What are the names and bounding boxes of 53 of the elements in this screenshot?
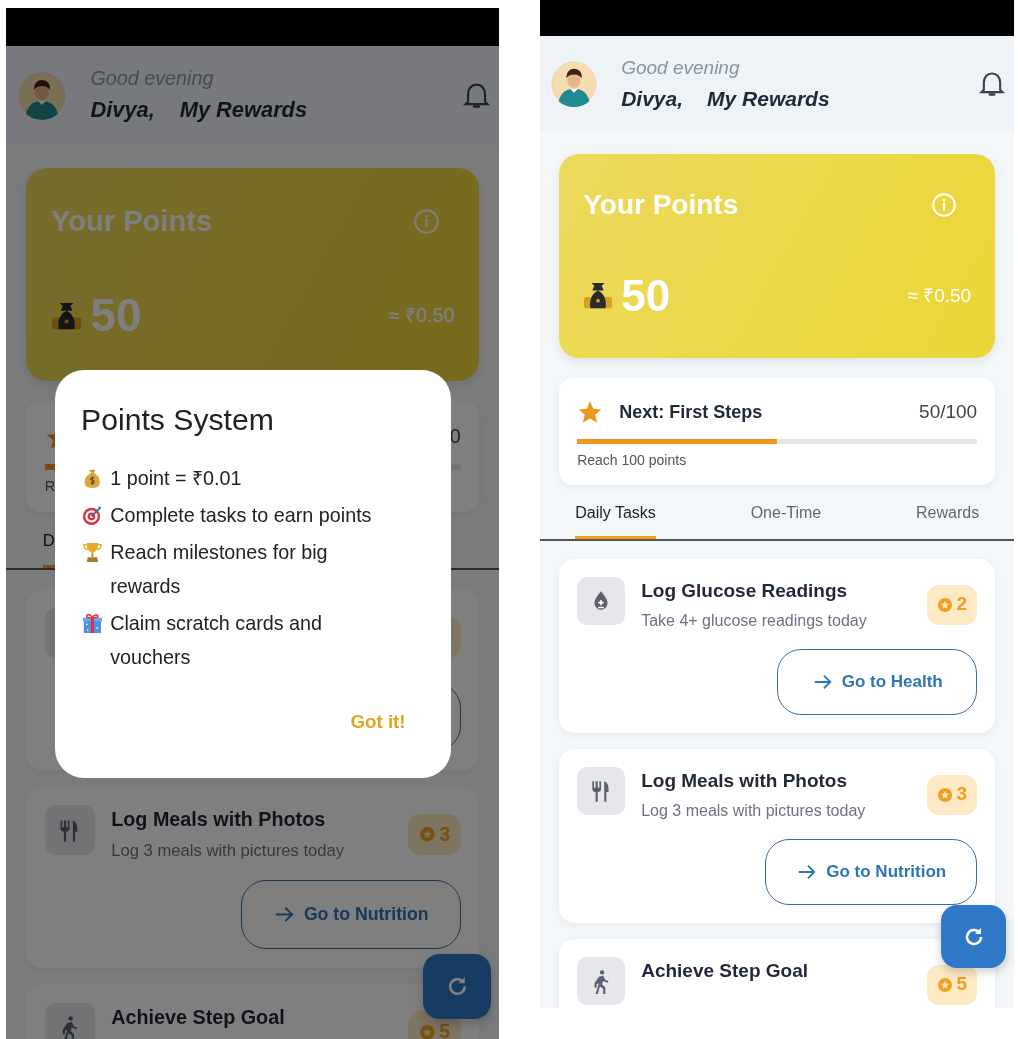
- greeting-text: Good evening: [621, 56, 741, 80]
- target-icon: [81, 504, 104, 527]
- dialog-title: Points System: [81, 402, 275, 439]
- user-name: Divya,: [621, 85, 684, 112]
- star-coin-icon: [936, 596, 953, 613]
- task-description: Take 4+ glucose readings today: [641, 611, 868, 631]
- tab[interactable]: One-Time: [750, 500, 822, 539]
- avatar-icon: [17, 71, 66, 120]
- star-coin-icon: [936, 786, 953, 803]
- milestone-title: Next: First Steps: [619, 400, 763, 424]
- milestone-caption: Reach 100 points: [577, 451, 687, 468]
- rule-text: Claim scratch cards and vouchers: [110, 610, 324, 671]
- star-coin-icon: [936, 976, 953, 993]
- task-title: Log Glucose Readings: [641, 578, 849, 603]
- rupee-value: ≈ ₹0.50: [388, 303, 455, 329]
- points-amount: 5: [439, 1019, 451, 1039]
- points-amount: 3: [439, 821, 451, 847]
- avatar-icon: [551, 61, 598, 107]
- tab[interactable]: Rewards: [916, 500, 980, 539]
- money-bag-icon: [583, 282, 614, 310]
- tab[interactable]: Daily Tasks: [575, 500, 656, 539]
- points-amount: 3: [956, 782, 968, 807]
- milestone-count: 0: [449, 424, 461, 450]
- rule-text: Reach milestones for big rewards: [110, 539, 329, 600]
- go-button[interactable]: Go to Nutrition: [765, 838, 978, 905]
- points-title: Your Points: [583, 188, 739, 222]
- task-title: Achieve Step Goal: [641, 958, 810, 983]
- money-bag-icon: [50, 301, 83, 331]
- page-title: My Rewards: [707, 85, 830, 112]
- go-button[interactable]: Go to Health: [777, 648, 978, 715]
- page-title: My Rewards: [179, 96, 308, 125]
- task-description: Log 3 meals with pictures today: [111, 840, 346, 863]
- rule-text: 1 point = ₹0.01: [110, 466, 242, 492]
- points-amount: 2: [956, 592, 968, 617]
- task-description: Log 3 meals with pictures today: [641, 801, 867, 821]
- points-amount: 5: [956, 972, 968, 997]
- task-title: Log Meals with Photos: [111, 807, 327, 833]
- star-coin-icon: [418, 826, 436, 843]
- user-name: Divya,: [90, 96, 155, 125]
- trophy-icon: [81, 540, 104, 564]
- refresh-button[interactable]: [423, 953, 491, 1020]
- points-value: 50: [621, 274, 671, 318]
- milestone-count: 50/100: [919, 400, 978, 424]
- points-value: 50: [90, 293, 142, 339]
- rule-text: Complete tasks to earn points: [110, 502, 372, 528]
- task-title: Log Meals with Photos: [641, 768, 849, 793]
- task-title: Achieve Step Goal: [111, 1004, 286, 1030]
- gift-icon: [81, 612, 104, 635]
- rupee-value: ≈ ₹0.50: [907, 283, 972, 308]
- refresh-button[interactable]: [941, 905, 1007, 968]
- points-title: Your Points: [50, 203, 213, 239]
- go-button[interactable]: Go to Nutrition: [240, 880, 461, 949]
- milestone-caption: R: [44, 477, 56, 494]
